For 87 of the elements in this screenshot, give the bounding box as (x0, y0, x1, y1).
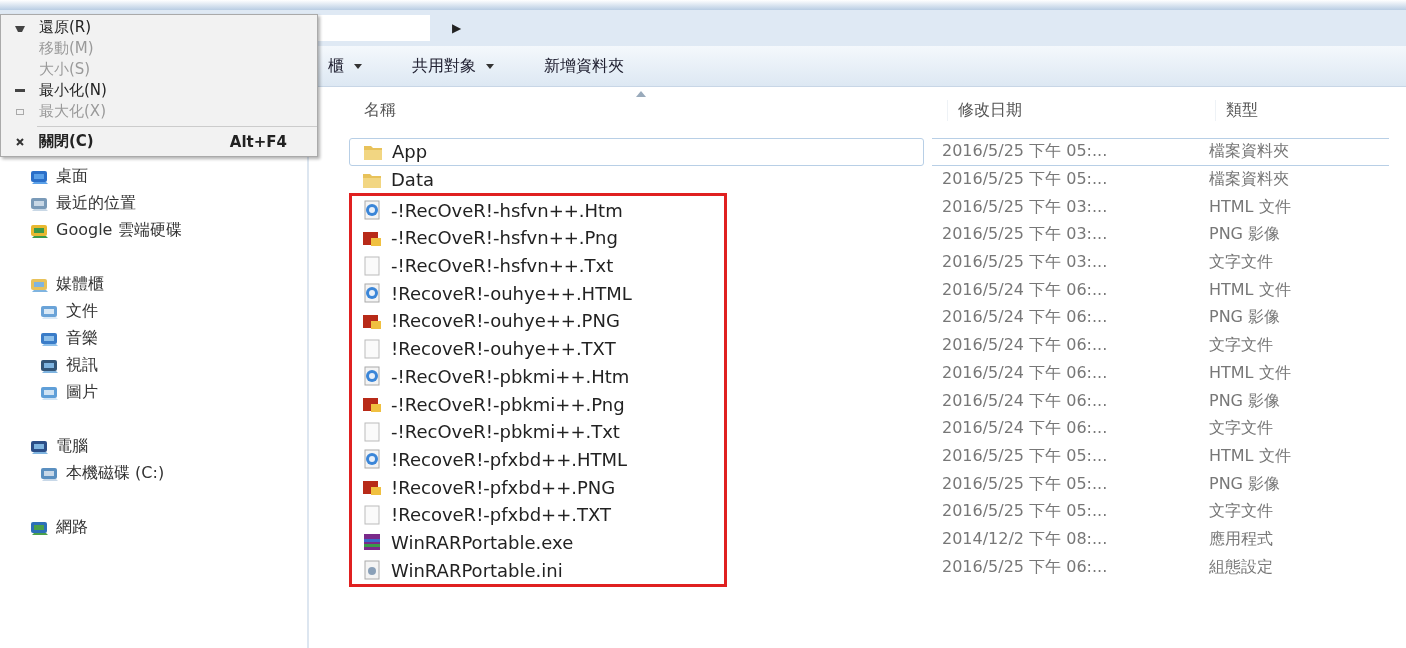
table-cell-text: 組態設定 (1208, 556, 1274, 578)
file-name[interactable]: !RecoveR!-ouhye++.PNG (352, 307, 724, 335)
file-name[interactable]: WinRARPortable.ini (352, 556, 724, 584)
caret-icon (354, 63, 362, 69)
column-header[interactable]: 名稱 (349, 99, 947, 121)
caret-icon (486, 63, 494, 69)
html-file-icon (361, 366, 383, 387)
file-name[interactable]: App (349, 138, 924, 166)
minimize-icon (15, 89, 25, 92)
menu-item[interactable]: 還原(R) (1, 17, 317, 38)
file-name[interactable]: -!RecOveR!-hsfvn++.Htm (352, 196, 724, 225)
table-cell-text: PNG 影像 (1208, 473, 1282, 495)
txt-file-icon (361, 255, 383, 276)
table-cell-text: 2016/5/25 下午 05:... (941, 473, 1109, 495)
table-cell-text: 2016/5/25 下午 03:... (941, 252, 1109, 274)
table-cell-text: 應用程式 (1208, 528, 1274, 550)
toolbar-button[interactable]: 櫃 (326, 51, 364, 81)
table-cell-text: 2016/5/24 下午 06:... (941, 390, 1109, 412)
file-name[interactable]: !RecoveR!-pfxbd++.PNG (352, 473, 724, 501)
txt-file-icon (361, 504, 383, 525)
sidebar-item[interactable]: 網路 (30, 514, 307, 541)
sidebar-item[interactable]: 電腦 (30, 433, 307, 460)
table-cell-text: 2016/5/24 下午 06:... (941, 335, 1109, 357)
table-cell-text: 2016/5/25 下午 05:... (941, 141, 1109, 163)
breadcrumb-arrow-icon[interactable]: ▶ (452, 21, 462, 35)
sort-arrow-icon (636, 91, 646, 97)
html-file-icon (361, 283, 383, 304)
table-cell-text: HTML 文件 (1208, 196, 1292, 218)
address-field[interactable] (318, 15, 430, 41)
sidebar-item[interactable]: Google 雲端硬碟 (30, 217, 307, 244)
table-cell-text: 2016/5/25 下午 05:... (941, 169, 1109, 191)
table-cell-text: 檔案資料夾 (1208, 169, 1290, 191)
txt-file-icon (361, 421, 383, 442)
file-name[interactable]: !RecoveR!-pfxbd++.HTML (352, 445, 724, 474)
table-cell-text: 2016/5/25 下午 05:... (941, 501, 1109, 523)
table-cell-text: 文字文件 (1208, 418, 1274, 440)
file-name[interactable]: -!RecOveR!-pbkmi++.Txt (352, 417, 724, 446)
table-cell-text: PNG 影像 (1208, 390, 1282, 412)
sidebar-item[interactable]: 本機磁碟 (C:) (30, 460, 307, 487)
table-cell-text: 文字文件 (1208, 501, 1274, 523)
table-cell-text: HTML 文件 (1208, 445, 1292, 467)
table-cell-text: HTML 文件 (1208, 279, 1292, 301)
sidebar-item[interactable]: 文件 (30, 298, 307, 325)
html-file-icon (361, 449, 383, 470)
file-name[interactable]: Data (349, 165, 924, 194)
menu-item[interactable]: 最小化(N) (1, 80, 317, 101)
table-cell-text: 2014/12/2 下午 08:... (941, 528, 1109, 550)
ini-file-icon (361, 560, 383, 581)
table-cell-text: HTML 文件 (1208, 362, 1292, 384)
table-cell-text: 2016/5/24 下午 06:... (941, 362, 1109, 384)
restore-icon (15, 23, 25, 32)
table-cell-text: 文字文件 (1208, 252, 1274, 274)
file-name[interactable]: !RecoveR!-ouhye++.TXT (352, 334, 724, 363)
sidebar-item[interactable]: 桌面 (30, 163, 307, 190)
sidebar-item[interactable]: 視訊 (30, 352, 307, 379)
table-cell-text: 2016/5/25 下午 03:... (941, 196, 1109, 218)
table-cell-text: 2016/5/25 下午 05:... (941, 445, 1109, 467)
table-cell-text: 2016/5/25 下午 06:... (941, 556, 1109, 578)
sidebar-item[interactable]: 圖片 (30, 379, 307, 406)
maximize-icon (16, 108, 24, 115)
toolbar-button[interactable]: 共用對象 (410, 51, 496, 81)
table-cell-text: 2016/5/24 下午 06:... (941, 418, 1109, 440)
file-name[interactable]: !RecoveR!-ouhye++.HTML (352, 279, 724, 308)
file-name[interactable]: -!RecOveR!-pbkmi++.Png (352, 390, 724, 418)
file-name[interactable]: -!RecOveR!-pbkmi++.Htm (352, 362, 724, 391)
file-name[interactable]: !RecoveR!-pfxbd++.TXT (352, 500, 724, 529)
sidebar-item[interactable]: 最近的位置 (30, 190, 307, 217)
table-cell-text: PNG 影像 (1208, 224, 1282, 246)
html-file-icon (361, 200, 383, 221)
sidebar-item[interactable]: 音樂 (30, 325, 307, 352)
sidebar-item[interactable]: 媒體櫃 (30, 271, 307, 298)
menu-item[interactable]: 關閉(C) Alt+F4 (1, 131, 317, 152)
table-cell-text: 檔案資料夾 (1208, 141, 1290, 163)
close-icon (16, 137, 24, 146)
table-cell-text: 2016/5/24 下午 06:... (941, 279, 1109, 301)
column-header[interactable]: 類型 (1215, 99, 1406, 121)
table-cell-text: 2016/5/25 下午 03:... (941, 224, 1109, 246)
exe-file-icon (361, 532, 383, 553)
toolbar-button[interactable]: 新增資料夾 (542, 51, 626, 81)
txt-file-icon (361, 338, 383, 359)
file-name[interactable]: WinRARPortable.exe (352, 528, 724, 557)
table-cell-text: 2016/5/24 下午 06:... (941, 307, 1109, 329)
table-cell-text: 文字文件 (1208, 335, 1274, 357)
file-name[interactable]: -!RecOveR!-hsfvn++.Txt (352, 251, 724, 280)
file-name[interactable]: -!RecOveR!-hsfvn++.Png (352, 224, 724, 252)
column-header[interactable]: 修改日期 (947, 99, 1215, 121)
table-cell-text: PNG 影像 (1208, 307, 1282, 329)
